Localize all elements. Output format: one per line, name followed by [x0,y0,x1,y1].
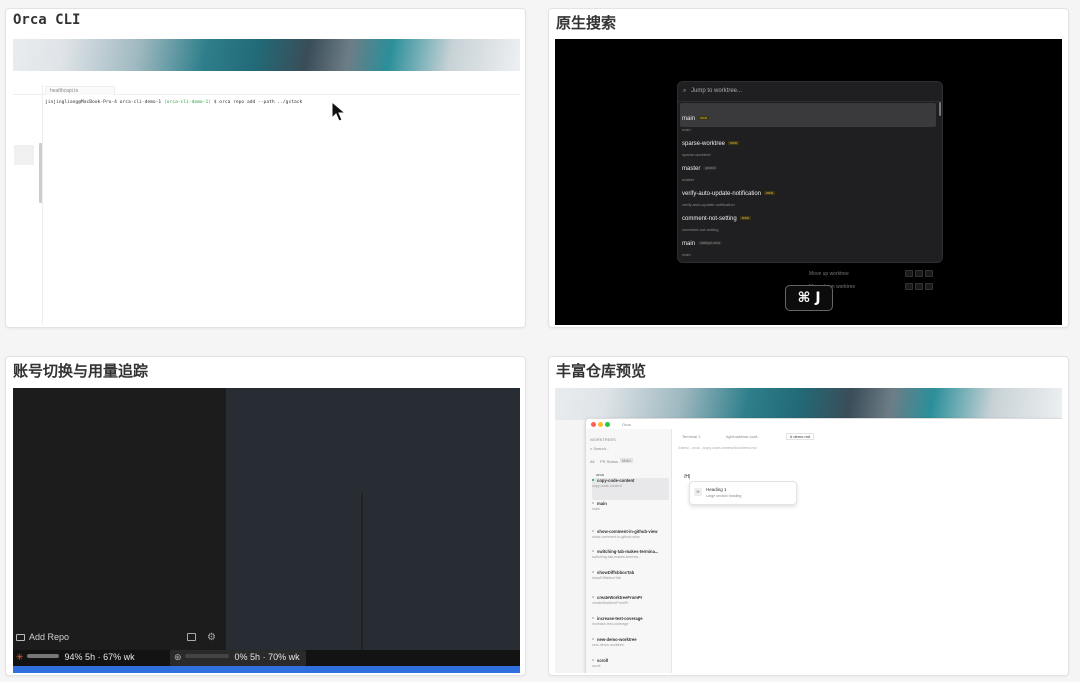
folder-plus-icon [16,634,25,641]
search-input[interactable]: ⌕ Search... [590,446,609,451]
orca-app-window: Orca WORKTREES ⌕ Search... All PR Status… [585,418,1062,673]
status-dot [592,479,594,481]
palette-item[interactable]: sparse-worktree orca sparse-worktree [680,128,936,157]
filter-all[interactable]: All [590,459,594,464]
tab-demo-md[interactable]: # demo.md [786,433,815,440]
popup-item-sub: Large section heading [706,494,742,498]
claude-icon: ✳ [16,652,24,662]
heading-icon: H [694,488,702,496]
card-repo-preview: 丰富仓库预览 Orca WORKTREES ⌕ Search... All PR… [548,356,1069,676]
banner [13,39,520,71]
palette-item[interactable]: update-orca-skill-to-suggest-use-markdow… [680,252,936,263]
minimize-dot[interactable] [598,422,603,427]
usage-meter [26,654,59,658]
key-cap [915,283,923,290]
app-name: Orca [622,422,631,427]
openai-icon: ⊛ [174,652,182,662]
worktree-item[interactable]: scroll scroll [592,658,669,673]
shortcut-keycap: ⌘ J [785,285,833,311]
slash-command-popup: H Heading 1 Large section heading [689,481,797,505]
sidebar-panel [14,145,34,165]
filter-pr-status[interactable]: PR Status [600,459,618,464]
group-label: orca [596,472,604,477]
tab-bar: healthcapi.ts [13,85,520,95]
usage-secondary[interactable]: ⊛ 0% 5h · 70% wk [170,650,306,666]
gear-icon[interactable]: ⚙ [207,632,216,643]
card-title: 丰富仓库预览 [556,363,647,380]
status-dot [592,571,594,573]
palette-item[interactable]: verify-auto-update-notification orca veri… [680,178,936,207]
key-cap [905,283,913,290]
filter-main[interactable]: Main [620,458,633,463]
mouse-cursor-icon [331,101,347,122]
popup-item-title[interactable]: Heading 1 [706,487,727,492]
card-account-usage: 账号切换与用量追踪 Add Repo ⚙ ✳ 94% 5h · 67% wk ⊛ 0… [5,356,526,676]
repo-screenshot: Orca WORKTREES ⌕ Search... All PR Status… [555,388,1062,673]
palette-item[interactable]: main orca main [680,103,936,132]
card-title: 账号切换与用量追踪 [13,363,149,380]
worktree-item[interactable]: copy-code-content copy-code-content [592,478,669,500]
accent-bar [13,666,520,673]
worktree-item[interactable]: increase-test-coverage increase-test-cove… [592,616,669,638]
status-dot [592,502,594,504]
card-title: 原生搜索 [556,15,617,32]
scrollbar[interactable] [939,102,941,116]
add-repo-button[interactable]: Add Repo [16,632,69,642]
status-dot [592,659,594,661]
worktree-palette: ⌕ Jump to worktree... main orca main spar… [677,81,943,263]
banner [555,388,1062,420]
sidebar [13,85,43,325]
scrollbar[interactable] [39,143,42,203]
key-cap [905,270,913,277]
sidebar-header: WORKTREES [590,437,616,442]
key-cap [915,270,923,277]
status-dot [592,550,594,552]
terminal-window: healthcapi.ts jinjingliang@MacBook-Pro-4… [13,73,520,325]
search-icon: ⌕ [683,88,687,94]
card-title: Orca CLI [13,12,81,28]
worktree-item[interactable]: show-comment-in-github-view show-comment-… [592,529,669,551]
worktree-sidebar: WORKTREES ⌕ Search... All PR Status Main… [586,429,672,673]
cli-screenshot: healthcapi.ts jinjingliang@MacBook-Pro-4… [13,39,520,325]
account-screenshot: Add Repo ⚙ ✳ 94% 5h · 67% wk ⊛ 0% 5h · 70%… [13,388,520,673]
status-dot [592,596,594,598]
editor-content[interactable]: /H| [684,474,690,480]
sidebar [13,388,226,650]
status-bar: ✳ 94% 5h · 67% wk ⊛ 0% 5h · 70% wk [13,650,520,666]
close-dot[interactable] [591,422,596,427]
tab-terminal[interactable]: Terminal 1 [682,434,700,439]
palette-item[interactable]: comment-not-setting orca comment-not-sett… [680,203,936,232]
key-cap [925,270,933,277]
hint-move-up: Move up worktree [809,271,849,277]
notes-icon[interactable] [187,633,196,641]
tab-right-sidebar[interactable]: right-sidebar-conf... [726,434,760,439]
key-cap [925,283,933,290]
worktree-item[interactable]: showDiffsbboxTab showDiffsbboxTab [592,570,669,592]
search-screenshot: ⌕ Jump to worktree... main orca main spar… [555,39,1062,325]
status-dot [592,617,594,619]
tab-healthcapi[interactable]: healthcapi.ts [45,86,115,95]
status-dot [592,530,594,532]
main-panel [226,388,520,650]
worktree-item[interactable]: switching-tab-makes-termina... switching-… [592,549,669,571]
status-dot [592,638,594,640]
card-orca-cli: Orca CLI healthcapi.ts jinjingliang@MacB… [5,8,526,328]
terminal-prompt-line: jinjingliang@MacBook-Pro-4 orca-cli-demo… [45,100,303,105]
palette-search-input[interactable]: ⌕ Jump to worktree... [678,82,942,102]
usage-primary: ✳ 94% 5h · 67% wk [16,652,135,662]
palette-item[interactable]: main stablyai-orca main [680,228,936,257]
file-path: /Users/...orca/.../copy-code-content/doc… [678,446,757,450]
worktree-item[interactable]: main main [592,501,669,527]
palette-item[interactable]: master gstack master [680,153,936,182]
worktree-item[interactable]: new-demo-worktree new-demo-worktree [592,637,669,659]
worktree-item[interactable]: createWorktreeFromPr createWorktreeFromPr [592,595,669,617]
usage-meter [184,654,229,658]
card-native-search: 原生搜索 ⌕ Jump to worktree... main orca main… [548,8,1069,328]
maximize-dot[interactable] [605,422,610,427]
divider [361,493,363,653]
